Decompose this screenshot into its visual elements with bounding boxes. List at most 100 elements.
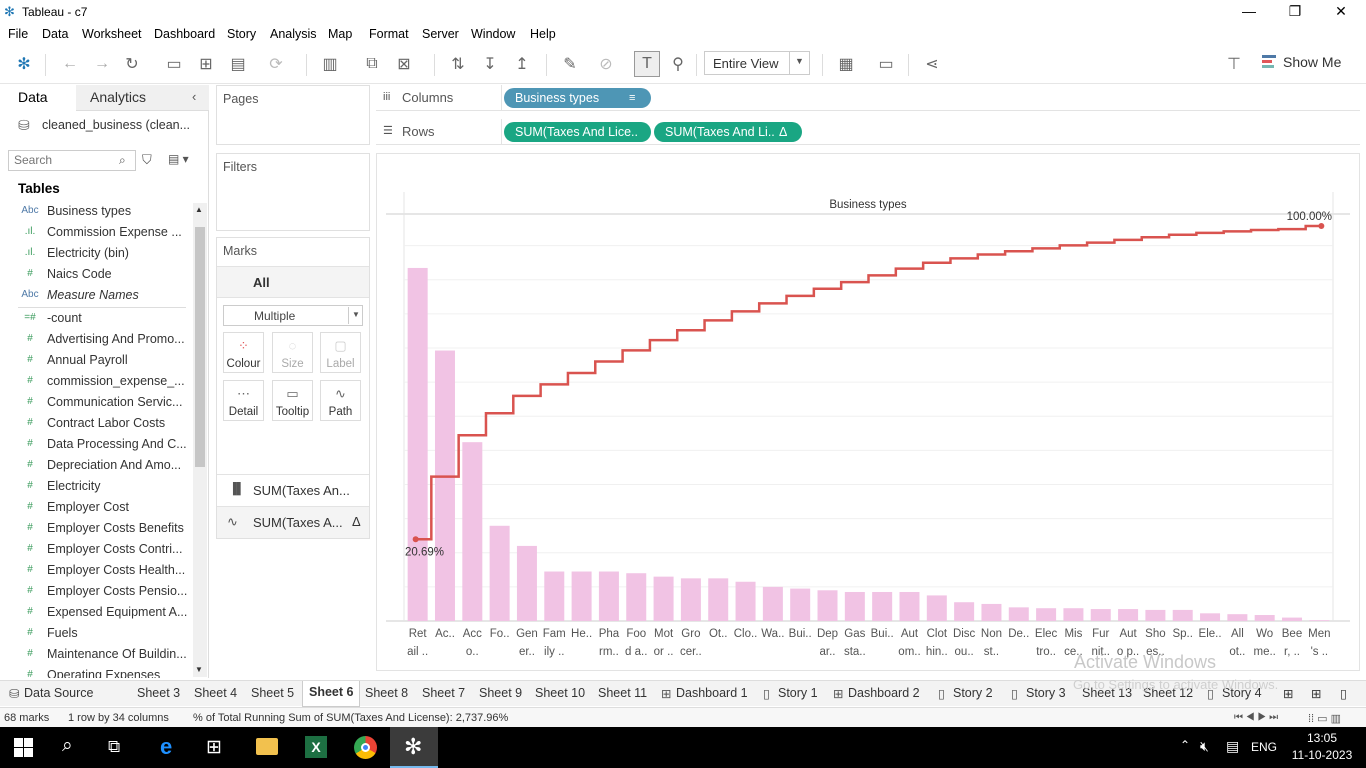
- columns-pill[interactable]: Business types ≡: [504, 88, 651, 108]
- fix-axes-icon[interactable]: ⚲: [666, 52, 690, 76]
- sheet-tab-sheet-4[interactable]: Sheet 4: [194, 686, 237, 700]
- save-icon[interactable]: ▭: [162, 52, 186, 76]
- rows-pill-bar[interactable]: SUM(Taxes And Lice..: [504, 122, 651, 142]
- clock-date[interactable]: 11-10-2023: [1290, 748, 1354, 762]
- new-worksheet-icon[interactable]: ▥: [318, 52, 342, 76]
- sheet-tab-story-3[interactable]: Story 3: [1026, 686, 1066, 700]
- sheet-tab-sheet-11[interactable]: Sheet 11: [598, 686, 647, 700]
- view-options-icon[interactable]: ▤ ▾: [168, 152, 189, 166]
- field-item[interactable]: # Contract Labor Costs: [0, 413, 190, 434]
- menu-window[interactable]: Window: [471, 27, 515, 41]
- chrome-icon[interactable]: [354, 736, 377, 759]
- replay-icon[interactable]: ↻: [120, 52, 144, 76]
- new-datasource-icon[interactable]: ⊞: [194, 52, 218, 76]
- tableau-home-icon[interactable]: ✻: [12, 52, 36, 76]
- path-button[interactable]: ∿ Path: [320, 380, 361, 421]
- sheet-tab-sheet-3[interactable]: Sheet 3: [137, 686, 180, 700]
- menu-worksheet[interactable]: Worksheet: [82, 27, 142, 41]
- speaker-muted-icon[interactable]: 🔇︎: [1200, 738, 1209, 755]
- menu-server[interactable]: Server: [422, 27, 459, 41]
- field-item[interactable]: # Electricity: [0, 476, 190, 497]
- pause-updates-icon[interactable]: ▤: [226, 52, 250, 76]
- field-item[interactable]: # Fuels: [0, 623, 190, 644]
- field-item[interactable]: # Maintenance Of Buildin...: [0, 644, 190, 665]
- field-item[interactable]: # Employer Costs Benefits: [0, 518, 190, 539]
- size-button[interactable]: ◌ Size: [272, 332, 313, 373]
- marks-line-measure-tab[interactable]: ∿ SUM(Taxes A... Δ: [217, 506, 369, 538]
- colour-button[interactable]: ⁘ Colour: [223, 332, 264, 373]
- close-button[interactable]: ✕: [1318, 0, 1364, 24]
- field-item[interactable]: # commission_expense_...: [0, 371, 190, 392]
- detail-button[interactable]: ⋯ Detail: [223, 380, 264, 421]
- sheet-nav-icons[interactable]: ⏮ ◀ ▶ ⏭: [1234, 712, 1278, 723]
- highlight-icon[interactable]: ✎: [558, 52, 582, 76]
- undo-icon[interactable]: ←: [58, 52, 82, 76]
- tab-data[interactable]: Data: [18, 89, 48, 105]
- sheet-tab-sheet-5[interactable]: Sheet 5: [251, 686, 294, 700]
- edge-icon[interactable]: e: [160, 734, 172, 760]
- minimize-button[interactable]: —: [1226, 0, 1272, 24]
- sheet-tab-data-source[interactable]: Data Source: [24, 686, 93, 700]
- pareto-chart[interactable]: Business types Ret ail .. Ac.. Acc o.. Fo.. Gen…: [377, 154, 1359, 670]
- field-item[interactable]: # Communication Servic...: [0, 392, 190, 413]
- menu-file[interactable]: File: [8, 27, 28, 41]
- sheet-tab-dashboard-2[interactable]: Dashboard 2: [848, 686, 920, 700]
- chevron-up-icon[interactable]: ⌃: [1180, 738, 1190, 752]
- collapse-pane-icon[interactable]: ‹: [192, 89, 196, 104]
- field-item[interactable]: # Annual Payroll: [0, 350, 190, 371]
- menu-data[interactable]: Data: [42, 27, 68, 41]
- menu-dashboard[interactable]: Dashboard: [154, 27, 215, 41]
- sheet-tab-sheet-10[interactable]: Sheet 10: [535, 686, 585, 700]
- pages-card[interactable]: Pages: [216, 85, 370, 145]
- menu-help[interactable]: Help: [530, 27, 556, 41]
- duplicate-sheet-icon[interactable]: ⧉: [360, 52, 384, 76]
- show-mark-labels-icon[interactable]: T: [634, 51, 660, 77]
- rows-pill-line[interactable]: SUM(Taxes And Li.. Δ: [654, 122, 802, 142]
- columns-shelf[interactable]: iii Columns Business types ≡: [376, 85, 1360, 111]
- refresh-icon[interactable]: ⟳: [264, 52, 288, 76]
- share-icon[interactable]: ⋖: [920, 52, 944, 76]
- tooltip-button[interactable]: ▭ Tooltip: [272, 380, 313, 421]
- field-item[interactable]: Abc Measure Names: [0, 285, 190, 306]
- sheet-tab-sheet-9[interactable]: Sheet 9: [479, 686, 522, 700]
- field-item[interactable]: # Advertising And Promo...: [0, 329, 190, 350]
- field-item[interactable]: # Data Processing And C...: [0, 434, 190, 455]
- field-item[interactable]: Abc Business types: [0, 201, 190, 222]
- sheet-tab-dashboard-1[interactable]: Dashboard 1: [676, 686, 748, 700]
- sort-ascending-icon[interactable]: ↧: [478, 52, 502, 76]
- sheet-tab-story-2[interactable]: Story 2: [953, 686, 993, 700]
- field-item[interactable]: # Naics Code: [0, 264, 190, 285]
- tableau-taskbar-button[interactable]: ✻: [390, 727, 438, 768]
- mark-type-select[interactable]: Multiple ▼: [223, 305, 363, 326]
- view-toggle-icons[interactable]: ⁞⁞ ▭ ▥: [1308, 712, 1341, 725]
- sheet-tab-sheet-6[interactable]: Sheet 6: [302, 681, 361, 707]
- search-input[interactable]: [14, 153, 114, 167]
- clear-sheet-icon[interactable]: ⊠: [392, 52, 416, 76]
- menu-story[interactable]: Story: [227, 27, 256, 41]
- field-item[interactable]: # Employer Costs Pensio...: [0, 581, 190, 602]
- marks-bar-measure-tab[interactable]: ▐▌ SUM(Taxes An...: [217, 474, 369, 506]
- redo-icon[interactable]: →: [90, 52, 114, 76]
- swap-rows-columns-icon[interactable]: ⇅: [446, 52, 470, 76]
- new-worksheet-icon[interactable]: ⊞: [1283, 686, 1293, 701]
- rows-shelf[interactable]: ☰ Rows SUM(Taxes And Lice.. SUM(Taxes An…: [376, 119, 1360, 145]
- sheet-tab-sheet-8[interactable]: Sheet 8: [365, 686, 408, 700]
- clock-time[interactable]: 13:05: [1293, 731, 1351, 745]
- task-view-icon[interactable]: ⧉: [108, 737, 120, 757]
- field-item[interactable]: # Employer Costs Contri...: [0, 539, 190, 560]
- field-item[interactable]: .ıl. Commission Expense ...: [0, 222, 190, 243]
- marks-all-tab[interactable]: All: [217, 266, 369, 298]
- format-painter-icon[interactable]: ⊤: [1222, 52, 1246, 76]
- field-item[interactable]: # Employer Cost: [0, 497, 190, 518]
- new-story-icon[interactable]: ▯: [1340, 686, 1347, 701]
- new-dashboard-icon[interactable]: ⊞: [1311, 686, 1321, 701]
- field-item[interactable]: =# -count: [0, 308, 190, 329]
- ime-icon[interactable]: ▤: [1226, 738, 1239, 755]
- show-cards-icon[interactable]: ▦: [834, 52, 858, 76]
- show-me-button[interactable]: Show Me: [1283, 54, 1341, 70]
- fit-select[interactable]: Entire View ▼: [704, 51, 810, 75]
- file-explorer-icon[interactable]: [256, 738, 278, 755]
- menu-format[interactable]: Format: [369, 27, 409, 41]
- field-item[interactable]: # Employer Costs Health...: [0, 560, 190, 581]
- datasource-name[interactable]: cleaned_business (clean...: [42, 118, 190, 132]
